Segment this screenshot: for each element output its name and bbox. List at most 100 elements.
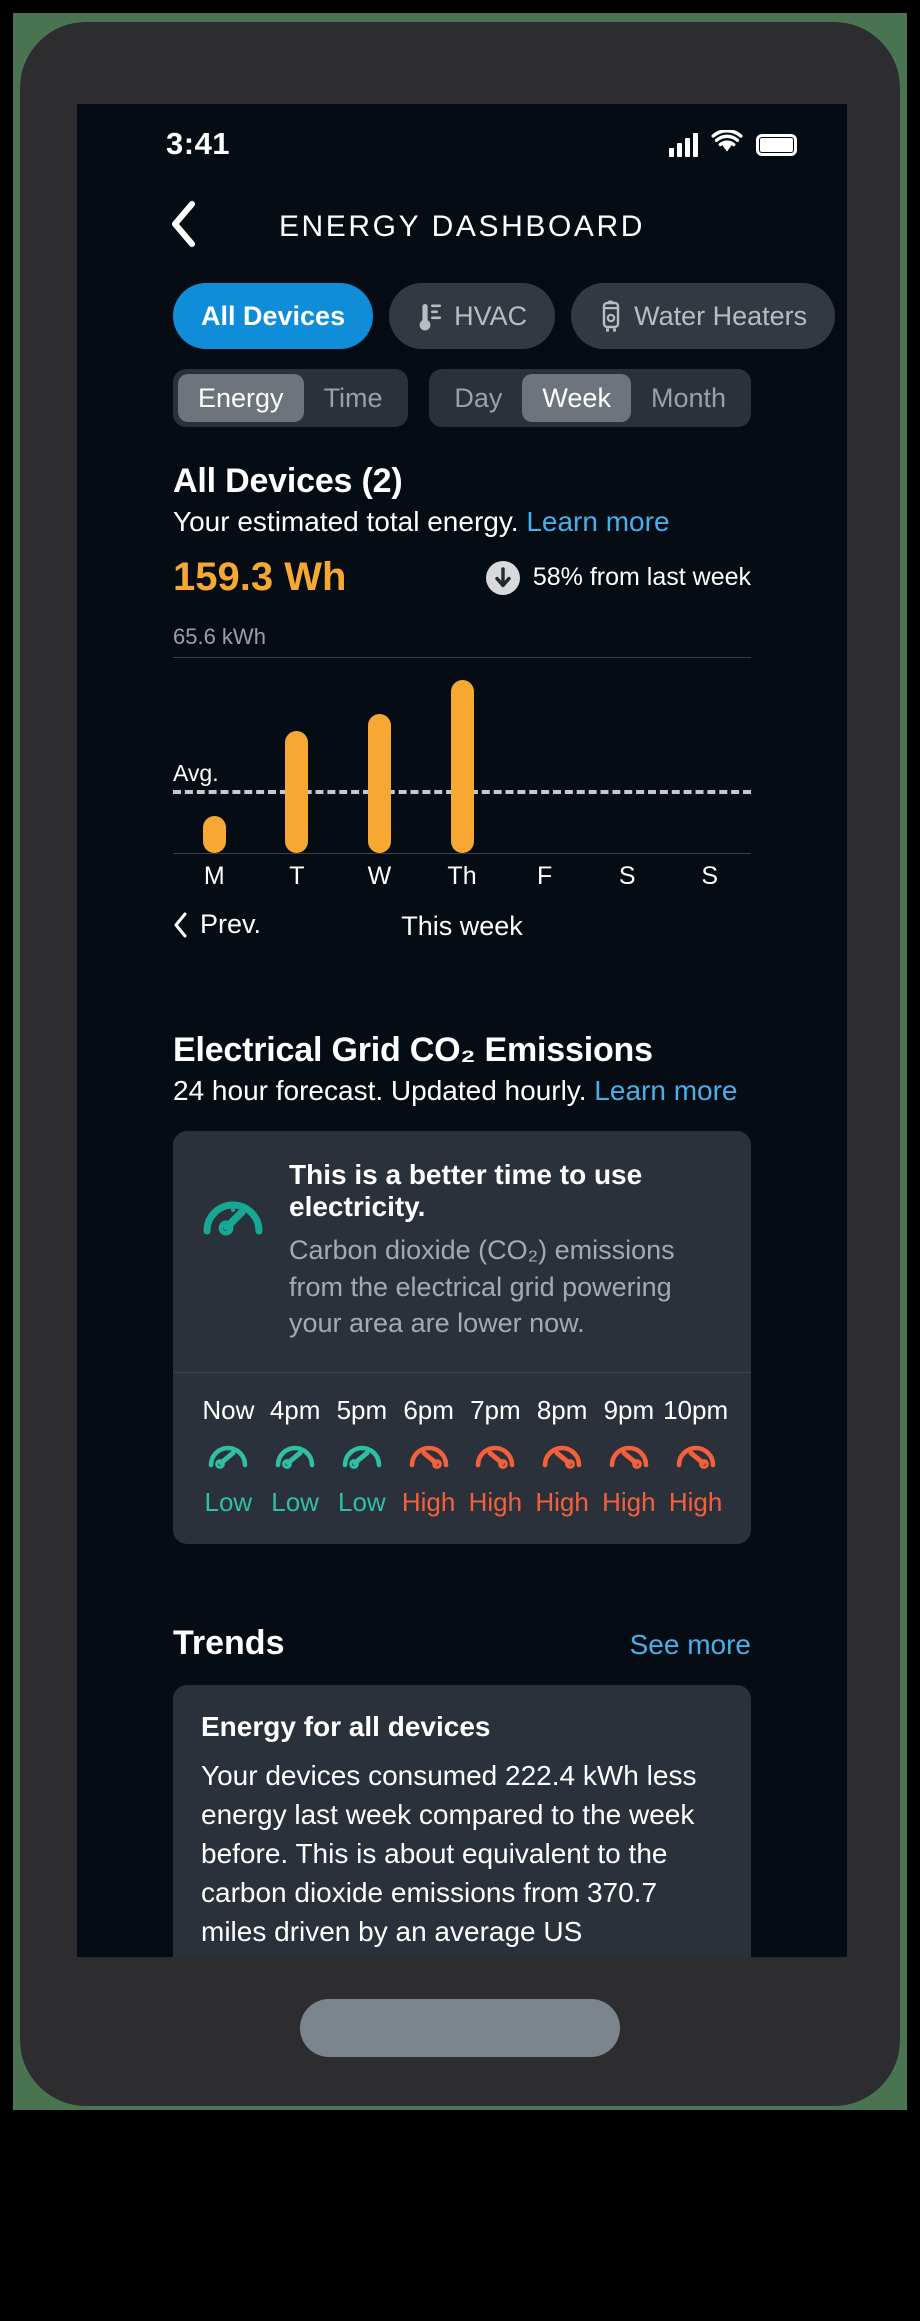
gauge-low-icon	[273, 1437, 317, 1476]
chip-all-devices[interactable]: All Devices	[173, 283, 374, 349]
co2-hour-level: High	[468, 1487, 523, 1518]
all-devices-title: All Devices (2)	[173, 462, 403, 500]
phone-screen: 3:41 ENERGY DASHBOARD All Devices HVAC W…	[77, 104, 847, 1957]
co2-hour-cell[interactable]: 4pm Low	[262, 1395, 329, 1518]
gauge-high-icon	[540, 1437, 584, 1476]
screenshot-stage: 3:41 ENERGY DASHBOARD All Devices HVAC W…	[0, 0, 920, 2321]
segment-day[interactable]: Day	[434, 374, 522, 422]
battery-icon	[756, 133, 797, 156]
co2-section-title: Electrical Grid CO₂ Emissions	[173, 1031, 653, 1069]
co2-hour-label: 5pm	[336, 1395, 388, 1426]
chart-x-tick: W	[367, 862, 392, 890]
period-segmented-control: Day Week Month	[429, 369, 751, 427]
all-devices-summary: All Devices (2) Your estimated total ene…	[77, 462, 847, 600]
co2-hourly-forecast: Now Low 4pm Low 5pm Low 6pm High 7pm High 8pm High 9…	[173, 1373, 751, 1544]
segment-week[interactable]: Week	[522, 374, 631, 422]
chart-x-tick: S	[618, 862, 636, 890]
total-energy-value: 159.3 Wh	[173, 555, 347, 599]
chart-baseline	[173, 853, 751, 854]
all-devices-subtitle: Your estimated total energy. Learn more	[173, 506, 751, 538]
page-title: ENERGY DASHBOARD	[278, 210, 646, 243]
gauge-low-icon	[340, 1437, 384, 1476]
co2-hour-level: High	[668, 1487, 723, 1518]
co2-card-heading: This is a better time to use electricity…	[289, 1159, 643, 1222]
chart-week-nav: Prev. This week	[173, 909, 751, 949]
segment-month[interactable]: Month	[631, 374, 746, 422]
arrow-down-icon	[485, 560, 520, 595]
chart-x-tick: S	[701, 862, 719, 890]
chip-hvac[interactable]: HVAC	[389, 283, 556, 349]
chart-x-tick: T	[289, 862, 305, 890]
co2-card-body: Carbon dioxide (CO₂) emissions from the …	[289, 1235, 675, 1339]
phone-frame: 3:41 ENERGY DASHBOARD All Devices HVAC W…	[20, 22, 900, 2106]
co2-hour-level: High	[535, 1487, 589, 1518]
weekly-energy-chart: 65.6 kWh Avg. MTWThFSS Prev. This	[77, 624, 847, 949]
gauge-low-icon	[206, 1437, 250, 1476]
learn-more-energy-link[interactable]: Learn more	[526, 506, 669, 537]
chip-label: All Devices	[201, 300, 346, 331]
trends-card-title: Energy for all devices	[201, 1711, 491, 1743]
segment-time[interactable]: Time	[304, 374, 403, 422]
co2-hour-level: Low	[271, 1487, 319, 1518]
chip-water-heaters[interactable]: Water Heaters	[571, 283, 836, 349]
current-week-label: This week	[401, 911, 523, 941]
co2-hour-label: 8pm	[536, 1395, 588, 1426]
chart-x-tick: Th	[447, 862, 477, 890]
co2-hour-cell[interactable]: 6pm High	[395, 1395, 462, 1518]
trends-card[interactable]: Energy for all devices Your devices cons…	[173, 1685, 751, 1957]
trends-title: Trends	[173, 1624, 285, 1663]
trends-section: Trends See more Energy for all devices Y…	[77, 1624, 847, 1957]
all-devices-subtitle-text: Your estimated total energy.	[173, 506, 519, 537]
co2-subtitle-text: 24 hour forecast. Updated hourly.	[173, 1075, 587, 1106]
co2-hour-cell[interactable]: 5pm Low	[329, 1395, 396, 1518]
chart-x-tick: M	[203, 862, 225, 890]
segmented-controls-row: Energy Time Day Week Month	[77, 368, 847, 428]
co2-hour-label: Now	[202, 1395, 255, 1426]
trends-header: Trends See more	[173, 1624, 751, 1663]
segment-energy[interactable]: Energy	[178, 374, 304, 422]
co2-hour-label: 4pm	[269, 1395, 321, 1426]
chart-plot-area: 65.6 kWh Avg.	[173, 624, 751, 854]
co2-hour-level: High	[401, 1487, 456, 1518]
gauge-high-icon	[473, 1437, 517, 1476]
chart-bars	[173, 624, 751, 853]
home-indicator[interactable]	[300, 1999, 620, 2057]
chart-x-axis-labels: M T W Th F S S	[173, 862, 751, 891]
co2-hour-label: 6pm	[403, 1395, 454, 1426]
chart-bar[interactable]	[285, 730, 309, 853]
co2-hour-label: 10pm	[663, 1395, 729, 1426]
chip-label: HVAC	[454, 300, 528, 331]
wifi-icon	[711, 129, 743, 159]
all-devices-total-row: 159.3 Wh 58% from last week	[173, 555, 751, 600]
chart-bar[interactable]	[367, 714, 391, 853]
gauge-high-icon	[607, 1437, 651, 1476]
water-heater-icon	[599, 300, 623, 332]
co2-card: This is a better time to use electricity…	[173, 1131, 751, 1545]
gauge-low-icon	[199, 1187, 267, 1244]
device-filter-chips: All Devices HVAC Water Heaters	[77, 280, 847, 352]
status-bar-icons	[669, 129, 797, 159]
co2-hour-cell[interactable]: 8pm High	[529, 1395, 596, 1518]
co2-hour-cell[interactable]: 10pm High	[662, 1395, 729, 1518]
energy-delta: 58% from last week	[485, 560, 751, 595]
chart-bar[interactable]	[450, 679, 474, 853]
co2-section-subtitle: 24 hour forecast. Updated hourly. Learn …	[173, 1075, 751, 1107]
co2-hour-cell[interactable]: 7pm High	[462, 1395, 529, 1518]
trends-card-body: Your devices consumed 222.4 kWh less ene…	[201, 1760, 697, 1947]
signal-bars-icon	[669, 132, 698, 157]
co2-message: This is a better time to use electricity…	[173, 1131, 751, 1372]
trends-see-more-link[interactable]: See more	[630, 1629, 751, 1661]
gauge-high-icon	[407, 1437, 451, 1476]
co2-emissions-section: Electrical Grid CO₂ Emissions 24 hour fo…	[77, 1031, 847, 1545]
thermostat-icon	[417, 300, 443, 332]
status-bar: 3:41	[77, 104, 847, 182]
gauge-high-icon	[674, 1437, 718, 1476]
co2-hour-cell[interactable]: Now Low	[195, 1395, 262, 1518]
chart-bar[interactable]	[202, 815, 226, 853]
learn-more-co2-link[interactable]: Learn more	[594, 1075, 737, 1106]
energy-delta-text: 58% from last week	[532, 563, 751, 591]
chip-label: Water Heaters	[634, 300, 808, 331]
metric-segmented-control: Energy Time	[173, 369, 408, 427]
co2-hour-cell[interactable]: 9pm High	[596, 1395, 663, 1518]
status-bar-time: 3:41	[166, 126, 231, 161]
